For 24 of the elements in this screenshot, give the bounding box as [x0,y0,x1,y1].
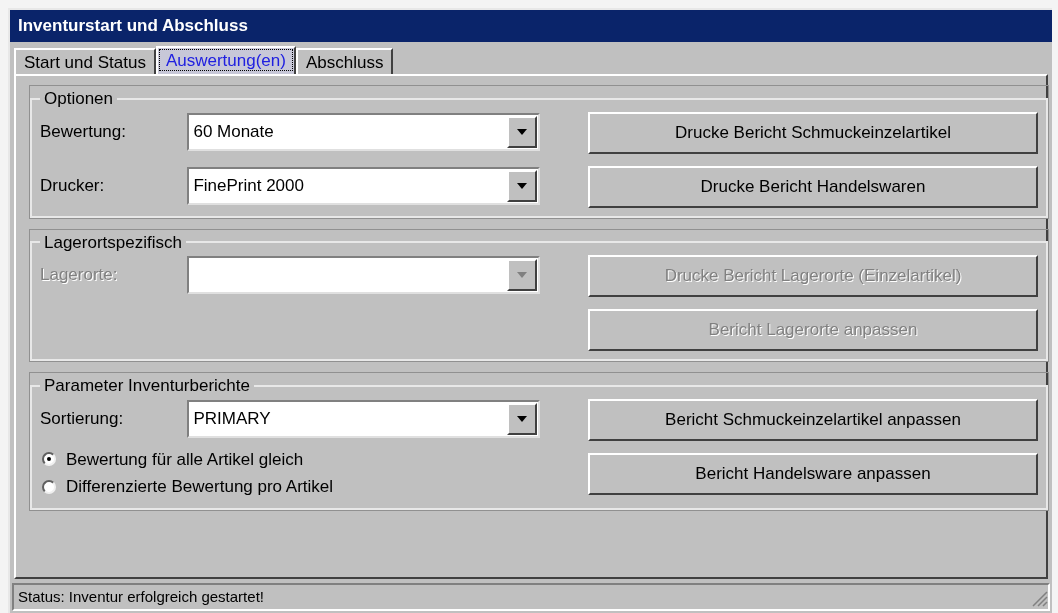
dropdown-field[interactable]: FinePrint 2000 [187,166,540,205]
field-label: Drucker: [40,174,106,197]
field-label: Lagerorte: [40,264,119,287]
group-title: Parameter Inventurberichte [43,375,251,397]
dropdown-field[interactable]: PRIMARY [187,399,540,438]
radio-button[interactable] [42,479,56,494]
dropdown-field[interactable] [187,256,540,294]
action-button[interactable]: Bericht Handelsware anpassen [588,452,1038,495]
group-title: Lagerortspezifisch [43,231,183,254]
tab[interactable]: Auswertung(en) [155,46,296,74]
tab[interactable]: Abschluss [295,48,394,74]
window-title: Inventurstart und Abschluss [10,10,1052,42]
status-text: Status: Inventur erfolgreich gestartet! [17,586,265,607]
field-label: Sortierung: [40,407,125,430]
action-button[interactable]: Drucke Bericht Schmuckeinzelartikel [588,111,1038,154]
radio-label: Differenzierte Bewertung pro Artikel [66,476,334,498]
group-title: Optionen [43,88,114,110]
radio-label: Bewertung für alle Artikel gleich [66,448,304,471]
action-button[interactable]: Drucke Bericht Handelswaren [588,165,1038,208]
dropdown-field[interactable]: 60 Monate [187,112,540,151]
action-button[interactable]: Bericht Schmuckeinzelartikel anpassen [588,398,1038,441]
field-label: Bewertung: [40,120,127,143]
radio-button[interactable] [42,452,56,467]
tab[interactable]: Start und Status [14,48,156,74]
